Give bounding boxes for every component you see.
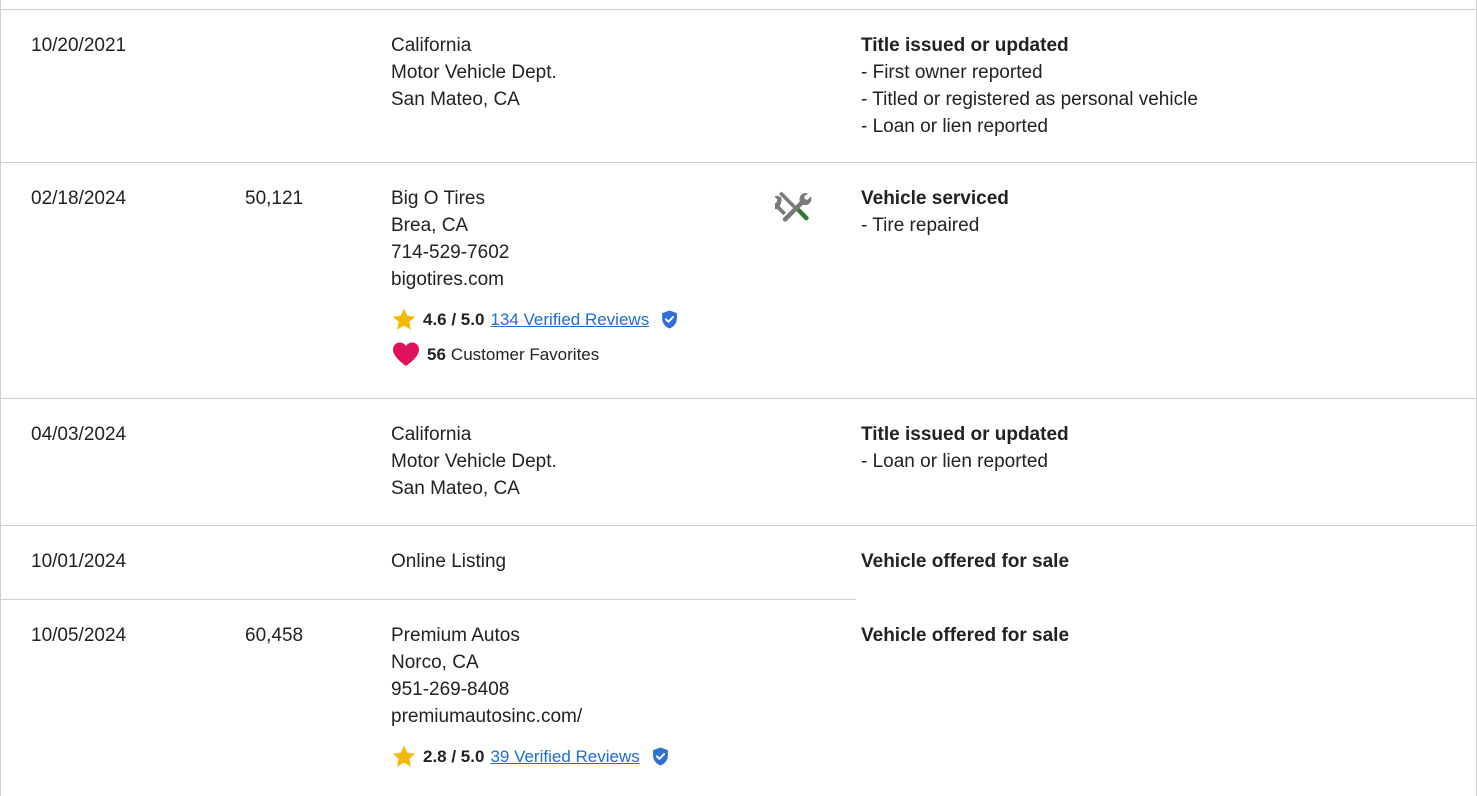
record-mileage: 60,458 (245, 625, 304, 646)
verified-reviews-link[interactable]: 39 Verified Reviews (490, 743, 639, 770)
rating-value: 2.8 / 5.0 (423, 746, 485, 766)
source-line: California (391, 35, 472, 56)
source-line: San Mateo, CA (391, 89, 520, 110)
source-website: bigotires.com (391, 269, 504, 290)
event-detail: - Titled or registered as personal vehic… (861, 89, 1198, 110)
record-date: 04/03/2024 (31, 424, 127, 445)
record-date: 10/20/2021 (31, 35, 127, 56)
record-comments: Title issued or updated - First owner re… (861, 32, 1198, 140)
event-title: Title issued or updated (861, 424, 1069, 445)
heart-icon (393, 342, 419, 366)
event-title: Vehicle serviced (861, 188, 1009, 209)
event-title: Vehicle offered for sale (861, 625, 1070, 646)
star-icon (392, 745, 416, 767)
record-date: 10/05/2024 (31, 625, 127, 646)
star-icon (392, 308, 416, 330)
rating-value: 4.6 / 5.0 (423, 309, 485, 329)
source-name: Premium Autos (391, 625, 520, 646)
record-date: 10/01/2024 (31, 551, 127, 572)
verified-shield-icon (652, 747, 669, 766)
record-date: 02/18/2024 (31, 188, 127, 209)
favorites-label: Customer Favorites (450, 344, 600, 364)
source-location: Brea, CA (391, 215, 469, 236)
table-row: 04/03/2024 California Motor Vehicle Dept… (1, 399, 1477, 526)
source-name: Big O Tires (391, 188, 485, 209)
source-line: San Mateo, CA (391, 478, 520, 499)
service-tools-icon (769, 189, 815, 237)
record-source: California Motor Vehicle Dept. San Mateo… (391, 421, 557, 502)
table-row: 02/18/2024 50,121 Big O Tires Brea, CA 7… (1, 163, 1477, 399)
event-title: Vehicle offered for sale (861, 551, 1070, 572)
event-title: Title issued or updated (861, 35, 1069, 56)
source-website: premiumautosinc.com/ (391, 706, 583, 727)
record-source: Premium Autos Norco, CA 951-269-8408 pre… (391, 622, 669, 768)
rating-summary: 2.8 / 5.0 39 Verified Reviews (391, 744, 669, 768)
event-detail: - First owner reported (861, 62, 1043, 83)
record-source: Online Listing (391, 548, 506, 575)
table-row: 10/20/2021 California Motor Vehicle Dept… (1, 10, 1477, 163)
source-line: Motor Vehicle Dept. (391, 62, 557, 83)
source-line: Online Listing (391, 551, 507, 572)
rating-summary: 4.6 / 5.0 134 Verified Reviews (391, 307, 678, 331)
record-comments: Vehicle offered for sale (861, 548, 1069, 575)
record-mileage: 50,121 (245, 188, 304, 209)
event-detail: - Loan or lien reported (861, 451, 1048, 472)
table-row: 10/01/2024 Online Listing Vehicle offere… (1, 526, 1477, 600)
record-comments: Title issued or updated - Loan or lien r… (861, 421, 1069, 475)
source-phone: 714-529-7602 (391, 242, 510, 263)
record-comments: Vehicle offered for sale (861, 622, 1069, 649)
record-comments: Vehicle serviced - Tire repaired (861, 185, 1009, 239)
record-source: California Motor Vehicle Dept. San Mateo… (391, 32, 557, 113)
event-detail: - Tire repaired (861, 215, 980, 236)
favorites-count: 56 (427, 344, 446, 364)
verified-shield-icon (661, 310, 678, 329)
event-detail: - Loan or lien reported (861, 116, 1048, 137)
favorites-summary: 56 Customer Favorites (391, 342, 678, 366)
source-line: Motor Vehicle Dept. (391, 451, 557, 472)
vehicle-history-table: 10/20/2021 California Motor Vehicle Dept… (0, 0, 1477, 796)
table-row: 10/05/2024 60,458 Premium Autos Norco, C… (1, 600, 1477, 796)
source-location: Norco, CA (391, 652, 479, 673)
source-phone: 951-269-8408 (391, 679, 510, 700)
source-line: California (391, 424, 472, 445)
record-source: Big O Tires Brea, CA 714-529-7602 bigoti… (391, 185, 678, 366)
verified-reviews-link[interactable]: 134 Verified Reviews (490, 306, 649, 333)
